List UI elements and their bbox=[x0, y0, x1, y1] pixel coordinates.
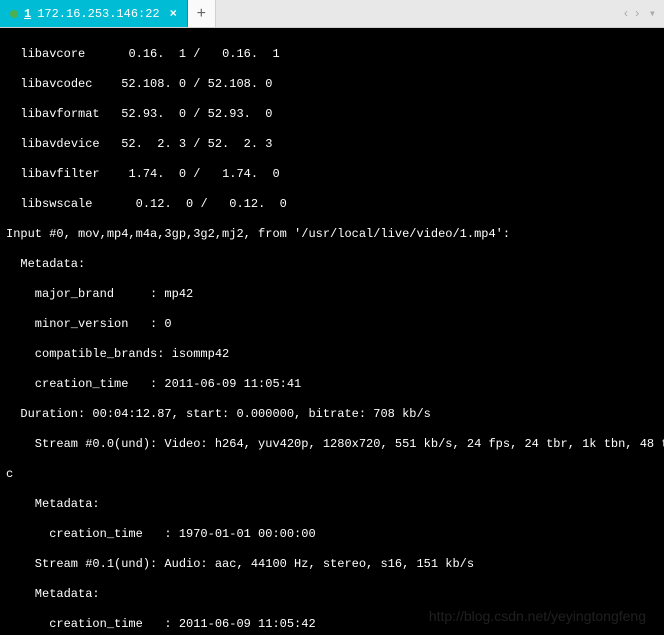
metadata-label: Metadata: bbox=[6, 257, 658, 272]
lib-row: libavfilter 1.74. 0 / 1.74. 0 bbox=[6, 167, 658, 182]
stream-row: Stream #0.1(und): Audio: aac, 44100 Hz, … bbox=[6, 557, 658, 572]
tab-bar: 1 172.16.253.146:22 × + ‹ › ▾ bbox=[0, 0, 664, 28]
metadata-row: minor_version : 0 bbox=[6, 317, 658, 332]
duration-row: Duration: 00:04:12.87, start: 0.000000, … bbox=[6, 407, 658, 422]
lib-row: libavdevice 52. 2. 3 / 52. 2. 3 bbox=[6, 137, 658, 152]
add-tab-button[interactable]: + bbox=[188, 0, 216, 27]
connection-status-dot-icon bbox=[10, 10, 18, 18]
terminal-output[interactable]: libavcore 0.16. 1 / 0.16. 1 libavcodec 5… bbox=[0, 28, 664, 635]
terminal-tab-active[interactable]: 1 172.16.253.146:22 × bbox=[0, 0, 188, 27]
metadata-row: creation_time : 2011-06-09 11:05:42 bbox=[6, 617, 658, 632]
metadata-row: compatible_brands: isommp42 bbox=[6, 347, 658, 362]
metadata-row: creation_time : 2011-06-09 11:05:41 bbox=[6, 377, 658, 392]
lib-row: libavcodec 52.108. 0 / 52.108. 0 bbox=[6, 77, 658, 92]
tab-nav-right-icon[interactable]: › bbox=[634, 7, 641, 21]
metadata-row: creation_time : 1970-01-01 00:00:00 bbox=[6, 527, 658, 542]
tab-index: 1 bbox=[24, 7, 31, 21]
close-tab-icon[interactable]: × bbox=[170, 7, 177, 21]
metadata-label: Metadata: bbox=[6, 497, 658, 512]
tab-nav: ‹ › ▾ bbox=[614, 0, 664, 27]
lib-row: libavcore 0.16. 1 / 0.16. 1 bbox=[6, 47, 658, 62]
lib-row: libswscale 0.12. 0 / 0.12. 0 bbox=[6, 197, 658, 212]
metadata-row: major_brand : mp42 bbox=[6, 287, 658, 302]
tab-dropdown-icon[interactable]: ▾ bbox=[649, 6, 656, 21]
stream-row: c bbox=[6, 467, 658, 482]
tab-nav-left-icon[interactable]: ‹ bbox=[622, 7, 629, 21]
tab-label: 172.16.253.146:22 bbox=[37, 7, 159, 21]
input-header: Input #0, mov,mp4,m4a,3gp,3g2,mj2, from … bbox=[6, 227, 658, 242]
lib-row: libavformat 52.93. 0 / 52.93. 0 bbox=[6, 107, 658, 122]
metadata-label: Metadata: bbox=[6, 587, 658, 602]
stream-row: Stream #0.0(und): Video: h264, yuv420p, … bbox=[6, 437, 658, 452]
